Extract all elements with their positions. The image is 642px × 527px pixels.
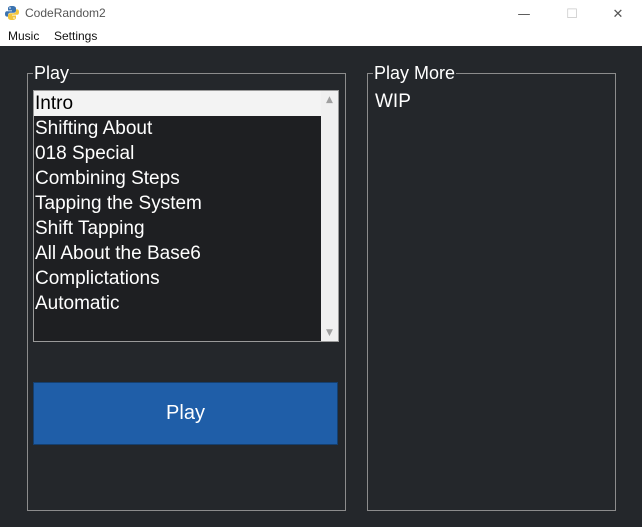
scroll-thumb[interactable] bbox=[323, 108, 336, 324]
play-frame-legend: Play bbox=[33, 62, 71, 84]
minimize-button[interactable]: — bbox=[501, 0, 547, 28]
list-item[interactable]: Shifting About bbox=[34, 116, 322, 141]
python-icon bbox=[5, 6, 19, 20]
track-list: Intro Shifting About 018 Special Combini… bbox=[34, 91, 322, 316]
menu-bar: Music Settings bbox=[0, 28, 642, 46]
list-item[interactable]: Complictations bbox=[34, 266, 322, 291]
list-scrollbar[interactable]: ▲ ▼ bbox=[321, 91, 338, 341]
list-item[interactable]: Shift Tapping bbox=[34, 216, 322, 241]
minimize-icon: — bbox=[517, 6, 531, 22]
close-button[interactable]: ✕ bbox=[595, 0, 641, 28]
menu-settings[interactable]: Settings bbox=[54, 29, 97, 43]
title-bar: CodeRandom2 — ☐ ✕ bbox=[0, 0, 642, 28]
list-item[interactable]: Combining Steps bbox=[34, 166, 322, 191]
list-item[interactable]: 018 Special bbox=[34, 141, 322, 166]
list-item[interactable]: All About the Base6 bbox=[34, 241, 322, 266]
wip-label: WIP bbox=[375, 91, 411, 112]
track-listbox[interactable]: Intro Shifting About 018 Special Combini… bbox=[33, 90, 339, 342]
play-more-frame: Play More bbox=[367, 62, 616, 511]
maximize-icon: ☐ bbox=[566, 6, 578, 22]
window-title: CodeRandom2 bbox=[25, 6, 106, 20]
main-area: Play Intro Shifting About 018 Special Co… bbox=[0, 46, 642, 527]
menu-music[interactable]: Music bbox=[8, 29, 39, 43]
scroll-down-icon[interactable]: ▼ bbox=[321, 324, 338, 341]
close-icon: ✕ bbox=[612, 6, 624, 22]
list-item[interactable]: Tapping the System bbox=[34, 191, 322, 216]
play-more-frame-legend: Play More bbox=[373, 62, 457, 84]
scroll-up-icon[interactable]: ▲ bbox=[321, 91, 338, 108]
maximize-button[interactable]: ☐ bbox=[549, 0, 595, 28]
list-item[interactable]: Intro bbox=[34, 91, 322, 116]
list-item[interactable]: Automatic bbox=[34, 291, 322, 316]
play-button[interactable]: Play bbox=[33, 382, 338, 445]
